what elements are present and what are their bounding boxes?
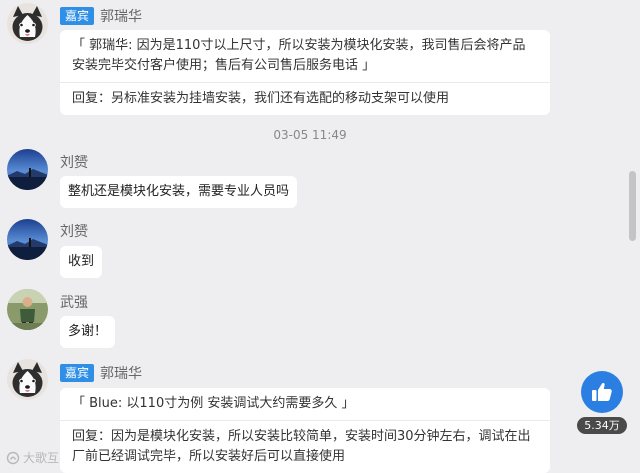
sender-line: 武强	[60, 292, 88, 312]
like-count: 5.34万	[577, 417, 627, 434]
avatar-person[interactable]	[7, 289, 48, 330]
message-bubble: 多谢！	[60, 316, 116, 348]
watermark-text: 大歌互	[23, 451, 60, 465]
thumbs-up-icon	[592, 383, 612, 401]
message-bubble: 整机还是模块化安装，需要专业人员吗	[60, 176, 298, 208]
reply-bubble: 「 郭瑞华: 因为是110寸以上尺寸，所以安装为模块化安装，我司售后会将产品安装…	[60, 30, 550, 115]
sender-line: 嘉宾 郭瑞华	[60, 6, 142, 26]
scrollbar-thumb[interactable]	[629, 171, 636, 241]
avatar-husky[interactable]	[7, 3, 48, 44]
avatar-husky[interactable]	[7, 359, 48, 400]
message-bubble: 收到	[60, 246, 103, 278]
avatar-landscape[interactable]	[7, 219, 48, 260]
message-text: 整机还是模块化安装，需要专业人员吗	[68, 184, 290, 199]
message-text: 多谢！	[68, 324, 108, 339]
sender-line: 刘赟	[60, 221, 88, 241]
message-text: 收到	[68, 254, 95, 269]
sender-name[interactable]: 郭瑞华	[100, 363, 142, 383]
sender-name[interactable]: 郭瑞华	[100, 6, 142, 26]
sender-line: 刘赟	[60, 152, 88, 172]
reply-text: 回复：因为是模块化安装，所以安装比较简单，安装时间30分钟左右，调试在出厂前已经…	[72, 429, 531, 464]
reply-bubble: 「 Blue: 以110寸为例 安装调试大约需要多久 」 回复：因为是模块化安装…	[60, 388, 550, 473]
watermark-logo-icon	[6, 451, 20, 464]
guest-badge: 嘉宾	[60, 364, 95, 382]
reply-text: 回复：另标准安装为挂墙安装，我们还有选配的移动支架可以使用	[72, 91, 450, 106]
timestamp: 03-05 11:49	[273, 128, 347, 142]
quoted-message: 「 Blue: 以110寸为例 安装调试大约需要多久 」	[60, 388, 550, 421]
like-button[interactable]	[581, 371, 623, 413]
sender-name[interactable]: 武强	[60, 292, 88, 312]
quoted-message: 「 郭瑞华: 因为是110寸以上尺寸，所以安装为模块化安装，我司售后会将产品安装…	[60, 30, 550, 83]
sender-name[interactable]: 刘赟	[60, 152, 88, 172]
avatar-landscape[interactable]	[7, 149, 48, 190]
watermark: 大歌互	[6, 449, 59, 466]
sender-line: 嘉宾 郭瑞华	[60, 363, 142, 383]
scrollbar[interactable]	[626, 0, 640, 472]
guest-badge: 嘉宾	[60, 7, 95, 25]
sender-name[interactable]: 刘赟	[60, 221, 88, 241]
